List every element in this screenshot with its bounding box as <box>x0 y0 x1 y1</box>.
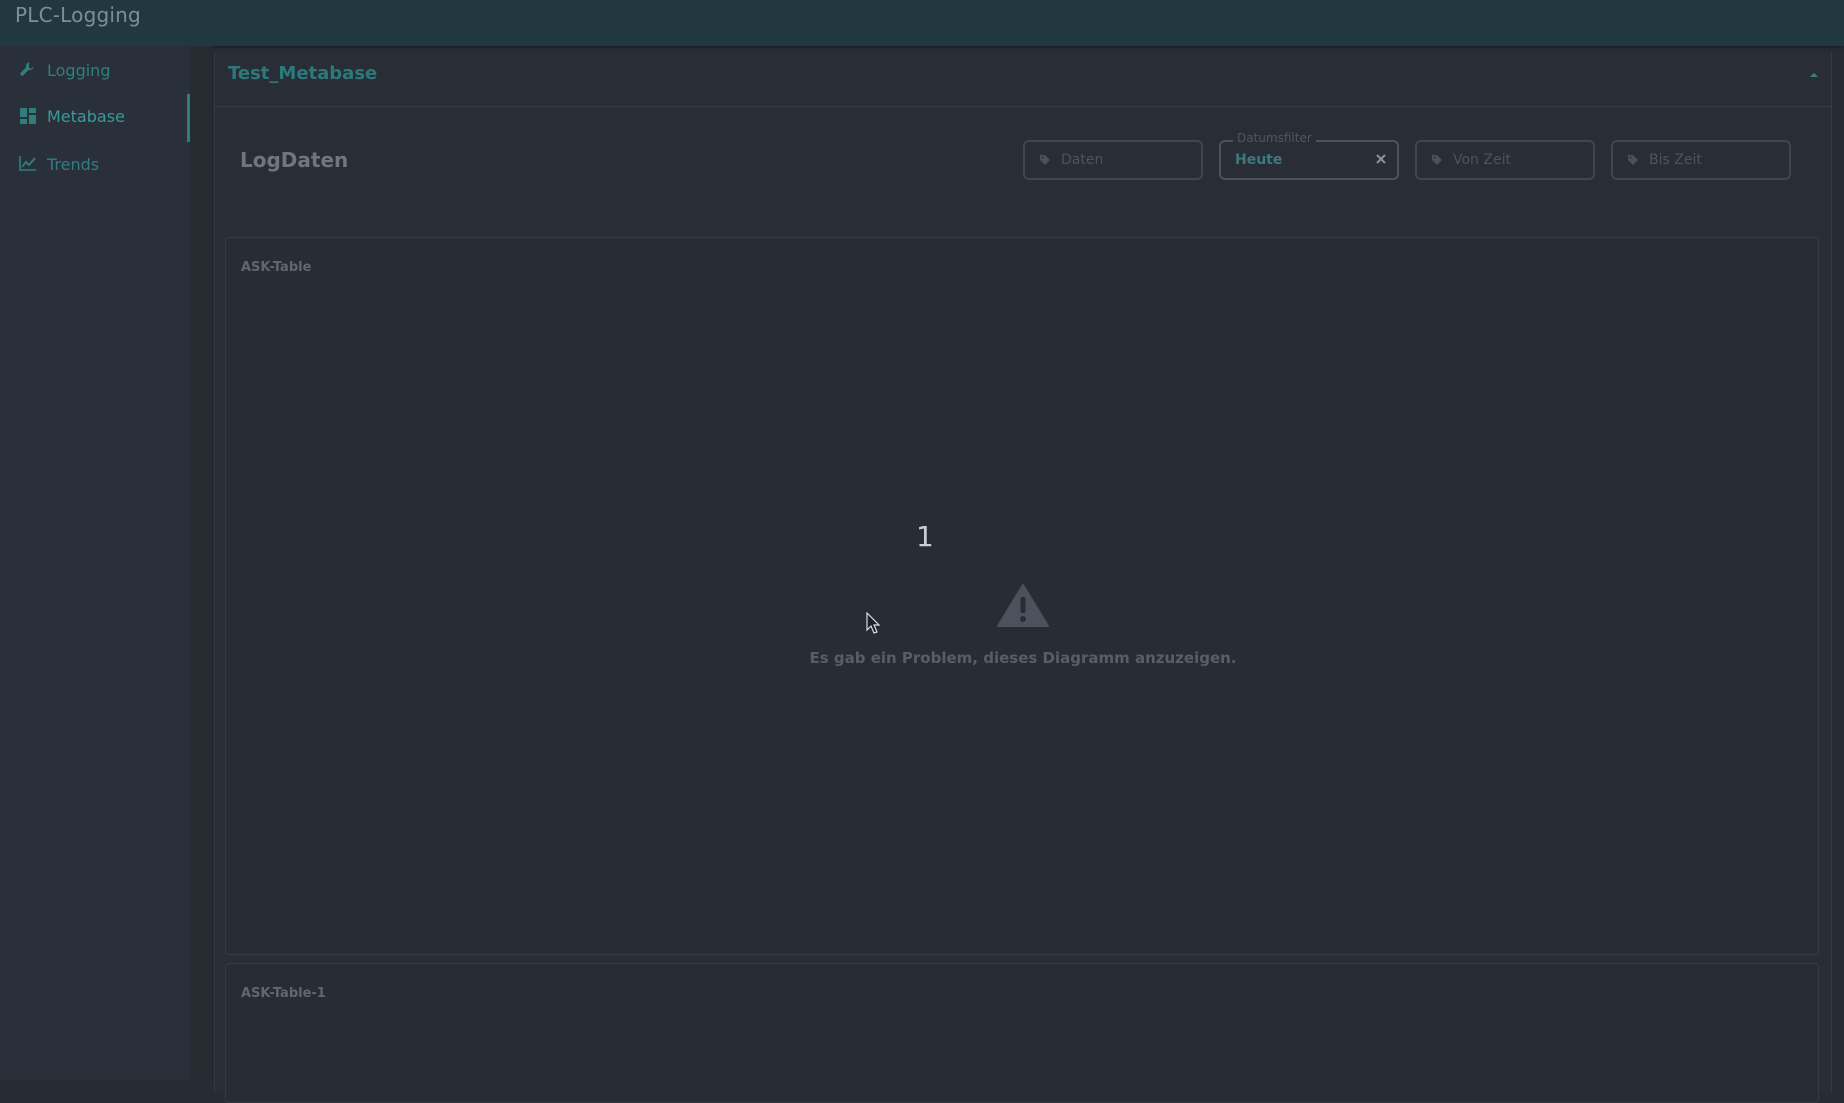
tag-icon <box>1627 154 1639 166</box>
line-chart-icon <box>19 155 37 173</box>
chevron-up-icon[interactable] <box>1807 67 1821 81</box>
mouse-cursor-icon <box>866 611 881 634</box>
filter-von-zeit[interactable]: Von Zeit <box>1415 140 1595 180</box>
filter-daten[interactable]: Daten <box>1023 140 1203 180</box>
top-bar: PLC-Logging <box>0 0 1844 46</box>
card-number: 1 <box>916 520 934 553</box>
filter-placeholder: Bis Zeit <box>1649 152 1702 168</box>
warning-icon <box>997 583 1049 627</box>
panel-header[interactable]: Test_Metabase <box>215 52 1831 107</box>
sidebar: Logging Metabase Trends <box>0 46 190 1080</box>
sidebar-item-label: Trends <box>47 154 100 174</box>
wrench-icon <box>19 61 37 79</box>
tag-icon <box>1039 154 1051 166</box>
dashboard-icon <box>19 107 37 125</box>
filter-placeholder: Von Zeit <box>1453 152 1511 168</box>
app-title: PLC-Logging <box>15 3 141 27</box>
sidebar-item-metabase[interactable]: Metabase <box>0 94 190 142</box>
dashboard-card[interactable]: ASK-Table 1 Es gab ein Problem, dieses D… <box>225 237 1819 955</box>
card-title: ASK-Table-1 <box>241 986 326 1001</box>
sidebar-gutter <box>190 46 214 1080</box>
tag-icon <box>1431 154 1443 166</box>
panel-title: Test_Metabase <box>228 63 378 84</box>
filter-legend: Datumsfilter <box>1233 131 1316 145</box>
card-title: ASK-Table <box>241 260 312 275</box>
sidebar-item-trends[interactable]: Trends <box>0 142 190 186</box>
filter-datumsfilter[interactable]: Datumsfilter Heute <box>1219 131 1399 180</box>
filter-value: Heute <box>1235 152 1283 168</box>
sidebar-item-label: Logging <box>47 60 111 80</box>
sidebar-item-label: Metabase <box>47 106 125 126</box>
filter-bis-zeit[interactable]: Bis Zeit <box>1611 140 1791 180</box>
filter-placeholder: Daten <box>1061 152 1104 168</box>
close-icon[interactable] <box>1375 153 1387 165</box>
error-message: Es gab ein Problem, dieses Diagramm anzu… <box>809 649 1237 667</box>
sidebar-item-logging[interactable]: Logging <box>0 48 190 92</box>
metabase-panel: Test_Metabase LogDaten Daten Datumsfilte… <box>214 52 1832 1103</box>
dashboard-title: LogDaten <box>240 148 349 172</box>
dashboard-card[interactable]: ASK-Table-1 <box>225 963 1819 1103</box>
